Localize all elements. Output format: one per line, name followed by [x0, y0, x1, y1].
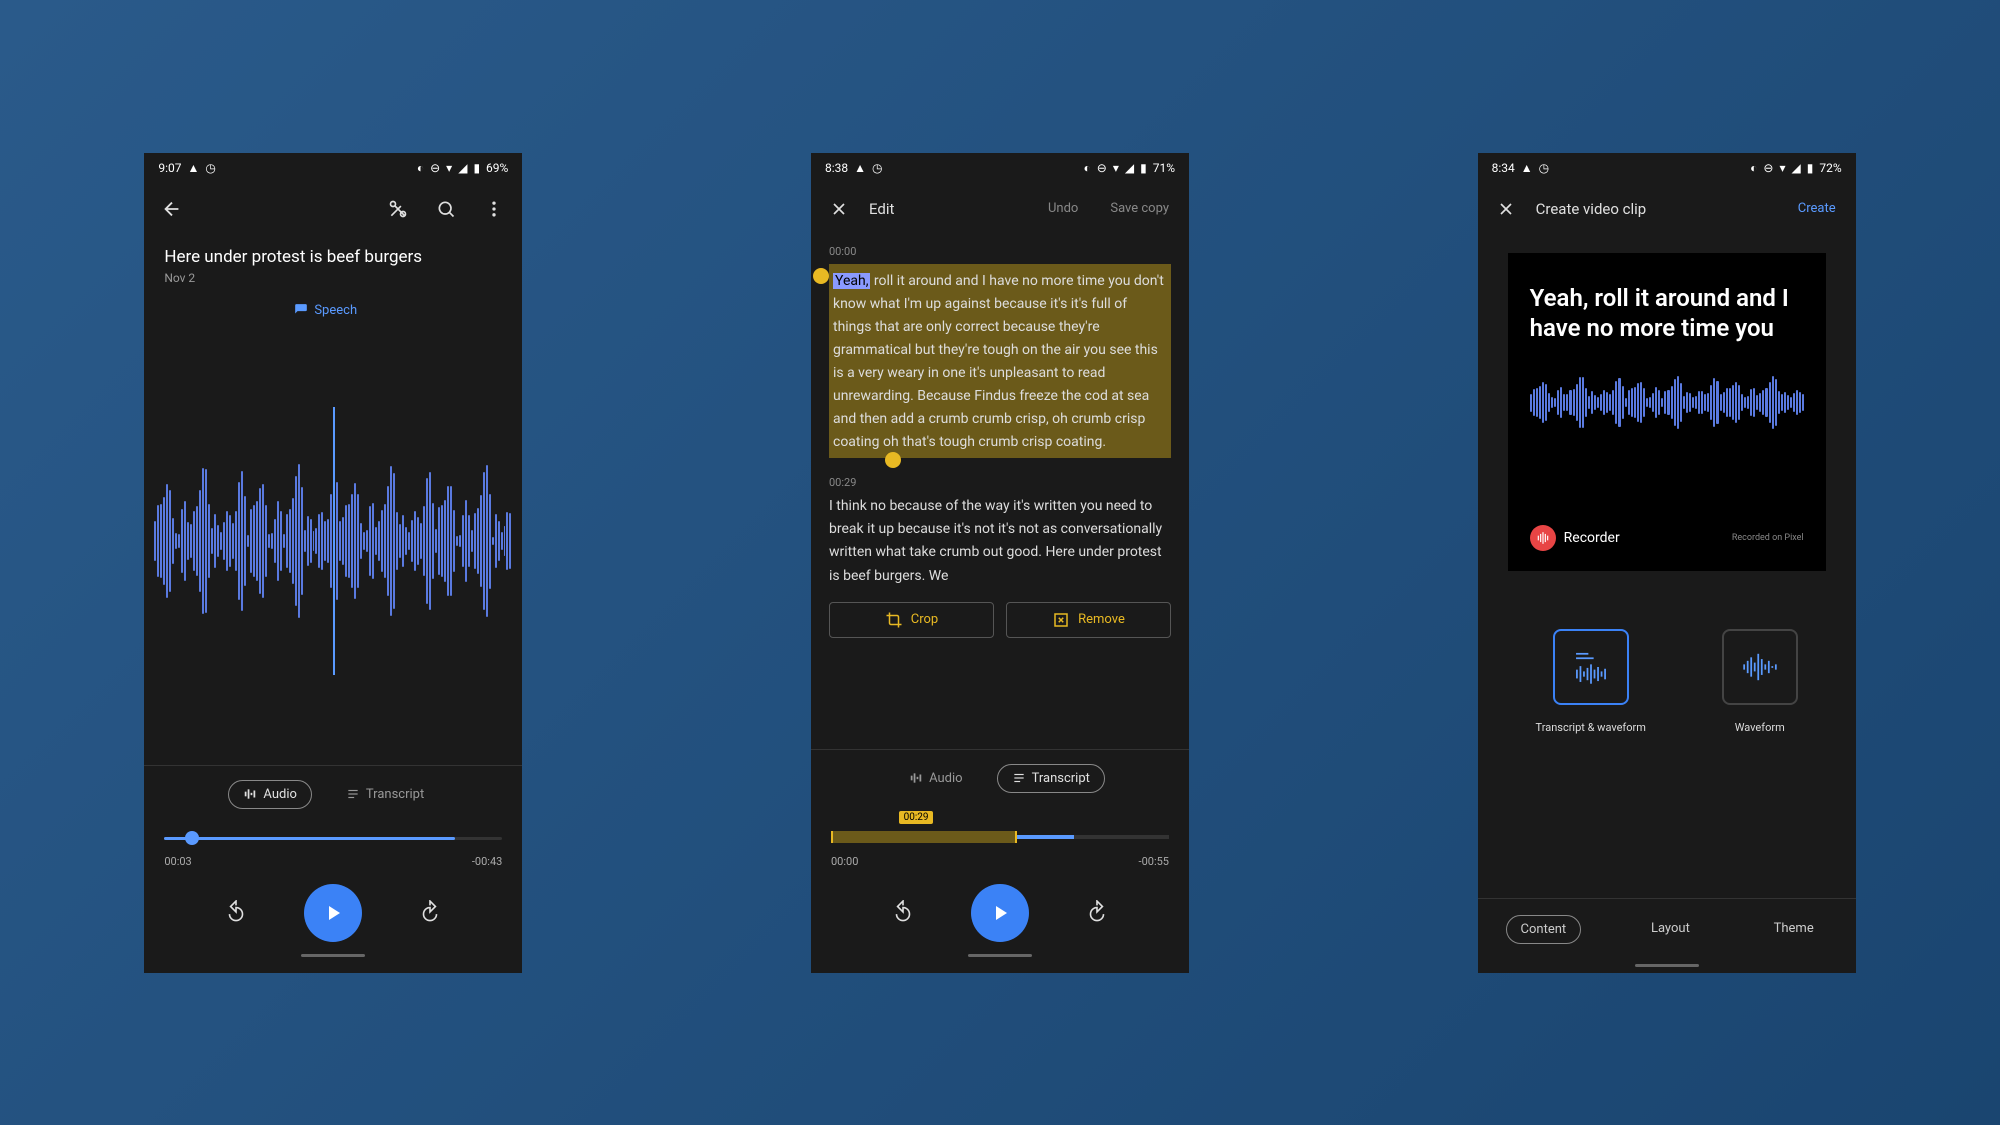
- status-time: 8:34: [1492, 161, 1515, 175]
- warning-icon: ▲: [187, 161, 199, 175]
- status-time: 9:07: [158, 161, 181, 175]
- phone-playback: 9:07 ▲ ◷ ◐ ⊖ ▾ ◢ ▮ 69% Here under protes…: [144, 153, 522, 973]
- recording-date: Nov 2: [164, 271, 502, 285]
- signal-icon: ◢: [1125, 161, 1134, 175]
- status-bar: 8:34 ▲ ◷ ◐ ⊖ ▾ ◢ ▮ 72%: [1478, 153, 1856, 183]
- timestamp-1: 00:00: [829, 245, 1171, 258]
- screen-title: Create video clip: [1536, 200, 1647, 218]
- bottom-tabs: Content Layout Theme: [1478, 898, 1856, 952]
- warning-icon: ▲: [854, 161, 866, 175]
- create-button[interactable]: Create: [1788, 195, 1846, 222]
- close-button[interactable]: [821, 191, 857, 227]
- battery-icon: ▮: [1807, 161, 1814, 175]
- forward-button[interactable]: [412, 895, 448, 931]
- dnd2-icon: ⊖: [1763, 161, 1773, 175]
- timer-icon: ◷: [1539, 161, 1549, 175]
- wifi-icon: ▾: [1113, 161, 1119, 175]
- dnd-icon: ◐: [1084, 161, 1091, 175]
- tab-transcript[interactable]: Transcript: [332, 781, 438, 808]
- signal-icon: ◢: [1792, 161, 1801, 175]
- status-bar: 8:38 ▲ ◷ ◐ ⊖ ▾ ◢ ▮ 71%: [811, 153, 1189, 183]
- menu-button[interactable]: [476, 191, 512, 227]
- clip-options: Transcript & waveform Waveform: [1478, 589, 1856, 898]
- selection-time-badge: 00:29: [899, 811, 934, 824]
- playhead[interactable]: [333, 407, 335, 675]
- nav-pill[interactable]: [301, 954, 365, 957]
- time-current: 00:03: [164, 855, 191, 868]
- back-button[interactable]: [154, 191, 190, 227]
- recorder-badge: Recorder: [1530, 525, 1620, 551]
- save-copy-button[interactable]: Save copy: [1100, 195, 1179, 222]
- dnd-icon: ◐: [1750, 161, 1757, 175]
- status-time: 8:38: [825, 161, 848, 175]
- recording-header: Here under protest is beef burgers Nov 2: [144, 235, 522, 293]
- speech-tag: Speech: [144, 293, 522, 318]
- play-button[interactable]: [304, 884, 362, 942]
- timer-icon: ◷: [872, 161, 882, 175]
- selected-text[interactable]: Yeah, roll it around and I have no more …: [829, 264, 1171, 459]
- clip-text: Yeah, roll it around and I have no more …: [1530, 283, 1804, 343]
- app-bar: Edit Undo Save copy: [811, 183, 1189, 235]
- battery-icon: ▮: [1140, 161, 1147, 175]
- clip-waveform: [1530, 373, 1804, 433]
- dnd-icon: ◐: [417, 161, 424, 175]
- signal-icon: ◢: [458, 161, 467, 175]
- battery-icon: ▮: [473, 161, 480, 175]
- wifi-icon: ▾: [1779, 161, 1785, 175]
- tab-theme[interactable]: Theme: [1760, 915, 1828, 944]
- close-button[interactable]: [1488, 191, 1524, 227]
- play-button[interactable]: [971, 884, 1029, 942]
- timestamp-2: 00:29: [829, 476, 1171, 489]
- battery-pct: 72%: [1819, 161, 1841, 175]
- selection-range[interactable]: [831, 831, 1017, 843]
- dnd2-icon: ⊖: [1097, 161, 1107, 175]
- recorder-icon: [1530, 525, 1556, 551]
- status-bar: 9:07 ▲ ◷ ◐ ⊖ ▾ ◢ ▮ 69%: [144, 153, 522, 183]
- forward-button[interactable]: [1079, 895, 1115, 931]
- battery-pct: 69%: [486, 161, 508, 175]
- app-bar: [144, 183, 522, 235]
- rewind-button[interactable]: [218, 895, 254, 931]
- battery-pct: 71%: [1153, 161, 1175, 175]
- paragraph-2[interactable]: I think no because of the way it's writt…: [829, 495, 1171, 587]
- progress-bar[interactable]: [164, 829, 502, 849]
- tab-audio[interactable]: Audio: [895, 765, 976, 792]
- screen-title: Edit: [869, 200, 894, 218]
- playback-panel: Audio Transcript 00:03 -00:43: [144, 765, 522, 973]
- phone-edit: 8:38 ▲ ◷ ◐ ⊖ ▾ ◢ ▮ 71% Edit Undo Save co…: [811, 153, 1189, 973]
- tab-audio[interactable]: Audio: [228, 780, 311, 809]
- timer-icon: ◷: [205, 161, 215, 175]
- tab-content[interactable]: Content: [1506, 915, 1582, 944]
- timeline[interactable]: 00:29: [831, 813, 1169, 849]
- app-bar: Create video clip Create: [1478, 183, 1856, 235]
- time-current: 00:00: [831, 855, 858, 868]
- nav-pill[interactable]: [968, 954, 1032, 957]
- clip-preview: Yeah, roll it around and I have no more …: [1508, 253, 1826, 571]
- time-remaining: -00:55: [1139, 855, 1169, 868]
- footnote: Recorded on Pixel: [1732, 533, 1804, 543]
- time-remaining: -00:43: [472, 855, 502, 868]
- crop-button[interactable]: Crop: [829, 602, 994, 638]
- selection-handle-start[interactable]: [813, 268, 829, 284]
- tab-transcript[interactable]: Transcript: [997, 764, 1105, 793]
- rewind-button[interactable]: [885, 895, 921, 931]
- wifi-icon: ▾: [446, 161, 452, 175]
- transcript-body[interactable]: 00:00 Yeah, roll it around and I have no…: [811, 235, 1189, 749]
- playback-panel: Audio Transcript 00:29 00:00 -00:55: [811, 749, 1189, 973]
- crop-button[interactable]: [380, 191, 416, 227]
- undo-button[interactable]: Undo: [1038, 195, 1088, 222]
- waveform-area[interactable]: [144, 318, 522, 765]
- recording-title: Here under protest is beef burgers: [164, 247, 502, 267]
- phone-videoclip: 8:34 ▲ ◷ ◐ ⊖ ▾ ◢ ▮ 72% Create video clip…: [1478, 153, 1856, 973]
- nav-pill[interactable]: [1635, 964, 1699, 967]
- search-button[interactable]: [428, 191, 464, 227]
- selection-handle-end[interactable]: [885, 452, 901, 468]
- option-transcript-waveform[interactable]: Transcript & waveform: [1536, 629, 1646, 858]
- warning-icon: ▲: [1521, 161, 1533, 175]
- dnd2-icon: ⊖: [430, 161, 440, 175]
- option-waveform[interactable]: Waveform: [1722, 629, 1798, 858]
- tab-layout[interactable]: Layout: [1637, 915, 1704, 944]
- remove-button[interactable]: Remove: [1006, 602, 1171, 638]
